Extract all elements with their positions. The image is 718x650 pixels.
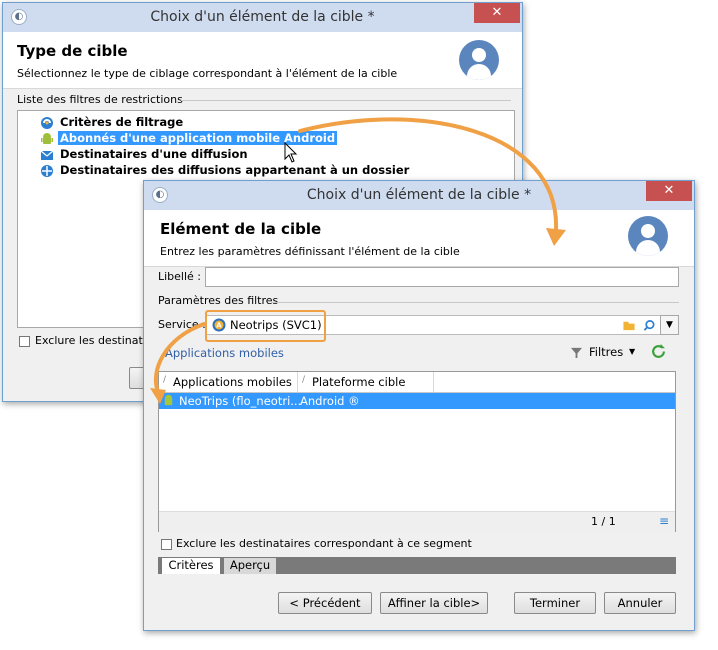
refresh-icon[interactable] [651,344,666,359]
front-window-title: Choix d'un élément de la cible * [306,187,532,203]
folder-icon[interactable] [622,319,636,332]
finish-button[interactable]: Terminer [514,592,596,614]
previous-button[interactable]: < Précédent [278,592,372,614]
mobile-apps-link[interactable]: Applications mobiles [165,346,284,360]
tab-apercu[interactable]: Aperçu [224,558,276,574]
sort-mark: / [302,375,306,385]
tree-item-label: Critères de filtrage [60,115,184,129]
chevron-down-icon: ▼ [629,347,636,356]
sort-mark: / [163,375,167,385]
row-app-name: NeoTrips (flo_neotri... [179,394,302,408]
back-header-subtitle: Sélectionnez le type de ciblage correspo… [17,67,398,80]
tab-criteres[interactable]: Critères [162,558,220,574]
libelle-input[interactable] [205,267,679,287]
envelope-icon [40,150,54,160]
front-header: Elément de la cible Entrez les paramètre… [144,210,694,267]
cancel-button[interactable]: Annuler [604,592,676,614]
libelle-label: Libellé : [158,270,202,283]
column-header-platform[interactable]: / Plateforme cible [298,372,434,392]
filters-label: Filtres [589,345,624,359]
divider [181,100,511,101]
restriction-list-label: Liste des filtres de restrictions [17,93,183,106]
table-row[interactable]: NeoTrips (flo_neotri... Android ® [159,393,675,409]
refine-target-button[interactable]: Affiner la cible> [380,592,488,614]
user-avatar-icon [459,40,499,80]
android-icon [41,133,53,144]
tree-item-label: Abonnés d'une application mobile Android [58,131,338,145]
front-exclude-checkbox[interactable] [161,539,172,550]
front-close-button[interactable]: ✕ [646,181,692,201]
user-avatar-icon [628,216,668,256]
table-header: / Applications mobiles / Plateforme cibl… [159,372,675,393]
divider [272,302,679,303]
front-header-subtitle: Entrez les paramètres définissant l'élém… [160,245,460,258]
front-dialog-window: ◐ Choix d'un élément de la cible * ✕ Elé… [143,180,695,631]
service-label: Service : [158,318,206,331]
tab-strip: Critères Aperçu [158,557,676,574]
tab-label: Aperçu [229,558,271,572]
back-title-bar[interactable]: ◐ Choix d'un élément de la cible * ✕ [3,3,522,32]
filter-params-label: Paramètres des filtres [158,294,279,307]
list-options-icon[interactable]: ≡ [659,514,669,528]
front-title-bar[interactable]: ◐ Choix d'un élément de la cible * ✕ [144,181,694,210]
column-header-label: Applications mobiles [173,375,292,389]
back-window-title: Choix d'un élément de la cible * [150,9,375,25]
back-header-title: Type de cible [17,42,128,60]
apps-table: / Applications mobiles / Plateforme cibl… [158,371,676,532]
chevron-down-icon: ▼ [666,320,673,330]
folder-delivery-icon [41,165,53,177]
tab-label: Critères [168,558,214,572]
service-highlight-box [205,310,326,342]
pagination-count: 1 / 1 [591,515,616,528]
filter-icon [41,117,53,129]
search-icon[interactable] [642,319,656,332]
tree-item-label: Destinataires des diffusions appartenant… [60,163,410,177]
back-close-button[interactable]: ✕ [474,3,520,23]
column-header-apps[interactable]: / Applications mobiles [159,372,298,392]
row-platform: Android ® [300,394,360,408]
front-exclude-label: Exclure les destinataires correspondant … [176,537,472,550]
android-icon [164,394,173,406]
table-footer: 1 / 1 ≡ [159,511,675,532]
tree-item-label: Destinataires d'une diffusion [60,147,248,161]
funnel-icon [571,347,582,358]
service-dropdown-button[interactable]: ▼ [660,315,679,335]
front-header-title: Elément de la cible [160,220,322,238]
column-header-label: Plateforme cible [312,375,406,389]
back-header: Type de cible Sélectionnez le type de ci… [3,32,522,89]
back-exclude-checkbox[interactable] [19,336,30,347]
